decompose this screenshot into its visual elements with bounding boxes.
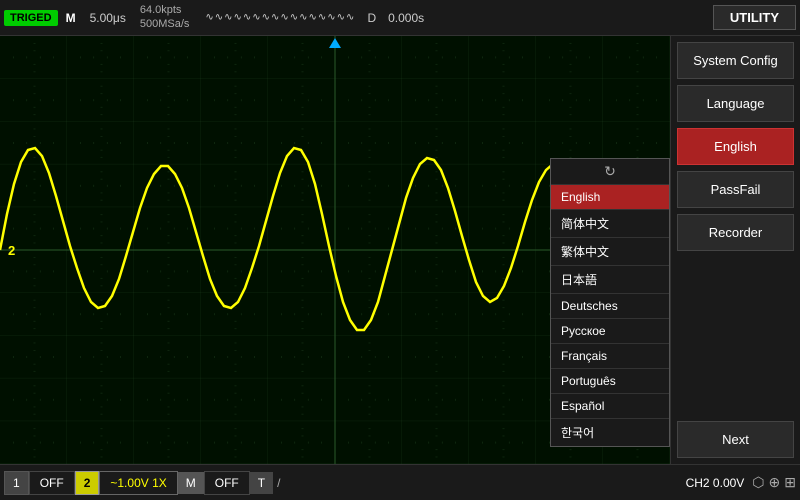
next-button[interactable]: Next [677, 421, 794, 458]
refresh-icon[interactable]: ↻ [551, 159, 669, 185]
expand-icon: ⊞ [784, 474, 796, 491]
utility-button[interactable]: UTILITY [713, 5, 796, 30]
time-div: 5.00μs [84, 11, 132, 25]
ch1-value: OFF [29, 471, 75, 495]
svg-text:2: 2 [8, 243, 15, 258]
main-area: 2 System Config Language English PassFai… [0, 36, 800, 464]
recorder-button[interactable]: Recorder [677, 214, 794, 251]
waveform-indicator: ∿∿∿∿∿∿∿∿∿∿∿∿∿∿∿∿ [205, 12, 355, 23]
lang-portuguese[interactable]: Português [551, 369, 669, 394]
system-config-button[interactable]: System Config [677, 42, 794, 79]
lang-english[interactable]: English [551, 185, 669, 210]
save-icon: ⊕ [769, 474, 781, 491]
lang-traditional-chinese[interactable]: 繁体中文 [551, 238, 669, 266]
usb-icon: ⬡ [752, 474, 764, 491]
language-button[interactable]: Language [677, 85, 794, 122]
bottom-right-info: CH2 0.00V ⬡ ⊕ ⊞ [686, 474, 796, 491]
lang-french[interactable]: Français [551, 344, 669, 369]
ch1-badge[interactable]: 1 [4, 471, 29, 495]
right-panel: System Config Language English PassFail … [670, 36, 800, 464]
ch2-voltage-info: CH2 0.00V [686, 476, 745, 490]
d-label: D [363, 11, 380, 25]
m-badge[interactable]: M [178, 472, 204, 494]
english-button[interactable]: English [677, 128, 794, 165]
t-slash: / [273, 476, 284, 490]
passfail-button[interactable]: PassFail [677, 171, 794, 208]
ch2-badge[interactable]: 2 [75, 471, 100, 495]
bottom-toolbar: 1 OFF 2 ~1.00V 1X M OFF T / CH2 0.00V ⬡ … [0, 464, 800, 500]
lang-spanish[interactable]: Español [551, 394, 669, 419]
top-toolbar: TRIGED M 5.00μs 64.0kpts500MSa/s ∿∿∿∿∿∿∿… [0, 0, 800, 36]
time-val: 0.000s [388, 11, 424, 25]
m-value: OFF [204, 471, 250, 495]
lang-simplified-chinese[interactable]: 简体中文 [551, 210, 669, 238]
m-label: M [66, 11, 76, 25]
language-dropdown: ↻ English 简体中文 繁体中文 日本語 Deutsches Русско… [550, 158, 670, 447]
lang-russian[interactable]: Русское [551, 319, 669, 344]
lang-japanese[interactable]: 日本語 [551, 266, 669, 294]
t-badge[interactable]: T [250, 472, 273, 494]
ch2-value: ~1.00V 1X [99, 471, 177, 495]
lang-korean[interactable]: 한국어 [551, 419, 669, 446]
sample-rate: 64.0kpts500MSa/s [140, 4, 190, 30]
triged-badge: TRIGED [4, 10, 58, 26]
bottom-icons: ⬡ ⊕ ⊞ [752, 474, 796, 491]
lang-german[interactable]: Deutsches [551, 294, 669, 319]
